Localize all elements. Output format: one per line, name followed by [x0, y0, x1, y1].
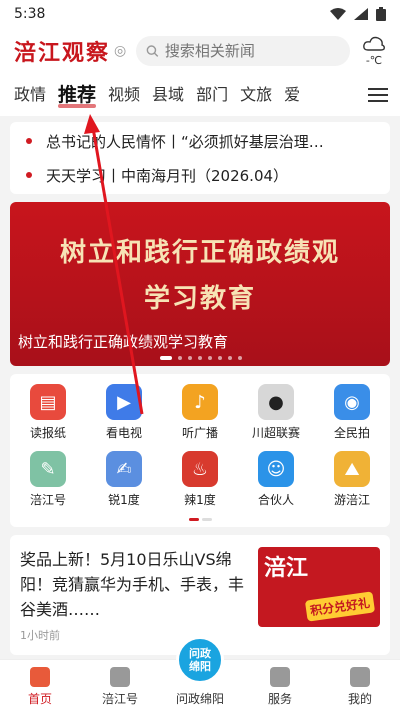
- grid-item-quanminpai[interactable]: ◉ 全民拍: [314, 384, 390, 441]
- news-text: 奖品上新！5月10日乐山VS绵阳！竞猜赢华为手机、手表，丰谷美酒…… 1小时前: [20, 547, 248, 643]
- thumb-text: 涪江: [264, 555, 309, 581]
- headline-text: 总书记的人民情怀丨“必须抓好基层治理…: [46, 132, 324, 151]
- heart-icon: [270, 667, 290, 687]
- cloud-icon: [363, 37, 385, 52]
- signal-icon: [354, 8, 368, 20]
- grid-label: 读报纸: [29, 426, 66, 440]
- tab-tuijian[interactable]: 推荐: [52, 74, 102, 116]
- search-bar[interactable]: [136, 36, 350, 66]
- feature-grid: ▤ 读报纸 ▶ 看电视 ♪ 听广播 ● 川超联赛 ◉ 全民拍 ✎ 涪江号 ✍ 锐…: [10, 374, 390, 527]
- nav-mine[interactable]: 我的: [320, 660, 400, 711]
- app-logo[interactable]: 涪江观察 ◎: [14, 35, 128, 67]
- banner-title-line1: 树立和践行正确政绩观: [59, 238, 340, 268]
- bullet-icon: [26, 172, 32, 178]
- tab-xianyu[interactable]: 县域: [146, 74, 190, 116]
- news-title: 奖品上新！5月10日乐山VS绵阳！竞猜赢华为手机、手表，丰谷美酒……: [20, 550, 245, 619]
- weather-widget[interactable]: -℃: [358, 35, 390, 66]
- nav-fujianghao[interactable]: 涪江号: [80, 660, 160, 711]
- grid-item-rui1du[interactable]: ✍ 锐1度: [86, 451, 162, 508]
- grid-item-youfujiang[interactable]: ⛰ 游涪江: [314, 451, 390, 508]
- search-icon: [146, 45, 159, 57]
- document-icon: ✍: [106, 451, 142, 487]
- wifi-icon: [330, 8, 346, 20]
- grid-label: 游涪江: [333, 493, 370, 507]
- list-icon: [110, 667, 130, 687]
- channel-menu-icon[interactable]: [368, 83, 388, 107]
- thumb-badge: 积分兑好礼: [304, 591, 376, 622]
- grid-item-kandianshi[interactable]: ▶ 看电视: [86, 384, 162, 441]
- grid-item-fujianghao[interactable]: ✎ 涪江号: [10, 451, 86, 508]
- bottom-nav: 首页 涪江号 问政 绵阳 问政绵阳 服务 我的: [0, 636, 400, 711]
- grid-item-la1du[interactable]: ♨ 辣1度: [162, 451, 238, 508]
- grid-page-indicator: [10, 518, 390, 521]
- nav-service[interactable]: 服务: [240, 660, 320, 711]
- channel-tabs: 政情 推荐 视频 县域 部门 文旅 爱: [0, 74, 400, 116]
- wenzheng-icon: 问政 绵阳: [176, 636, 224, 684]
- grid-label: 川超联赛: [251, 426, 300, 440]
- grid-label: 看电视: [105, 426, 142, 440]
- status-time: 5:38: [14, 6, 46, 22]
- weather-temp: -℃: [365, 53, 383, 67]
- banner-title: 树立和践行正确政绩观 学习教育: [10, 230, 390, 322]
- home-icon: [30, 667, 50, 687]
- tv-icon: ▶: [106, 384, 142, 420]
- bullet-icon: [26, 138, 32, 144]
- search-input[interactable]: [164, 42, 340, 60]
- nav-label: 服务: [267, 692, 292, 706]
- carousel-indicator: [160, 356, 242, 360]
- headline-item[interactable]: 总书记的人民情怀丨“必须抓好基层治理…: [10, 124, 390, 158]
- nav-wenzheng[interactable]: 问政 绵阳 问政绵阳: [160, 636, 240, 711]
- status-icons: [330, 7, 386, 21]
- tab-wenlv[interactable]: 文旅: [234, 74, 278, 116]
- banner-carousel[interactable]: 树立和践行正确政绩观 学习教育 树立和践行正确政绩观学习教育: [10, 202, 390, 366]
- radio-icon: ♪: [182, 384, 218, 420]
- travel-icon: ⛰: [334, 451, 370, 487]
- grid-label: 辣1度: [184, 493, 216, 507]
- headline-list: 总书记的人民情怀丨“必须抓好基层治理… 天天学习丨中南海月刊（2026.04）: [10, 122, 390, 194]
- nav-label: 涪江号: [101, 692, 138, 706]
- grid-label: 涪江号: [29, 493, 66, 507]
- tab-zhengqing[interactable]: 政情: [8, 74, 52, 116]
- battery-icon: [376, 7, 386, 21]
- status-bar: 5:38: [0, 0, 400, 28]
- camera-icon: ◉: [334, 384, 370, 420]
- headline-item[interactable]: 天天学习丨中南海月刊（2026.04）: [10, 158, 390, 192]
- grid-item-chuanchao[interactable]: ● 川超联赛: [238, 384, 314, 441]
- grid-item-tingguangbo[interactable]: ♪ 听广播: [162, 384, 238, 441]
- nav-label: 首页: [27, 692, 52, 706]
- banner-caption: 树立和践行正确政绩观学习教育: [18, 333, 229, 351]
- chili-icon: ♨: [182, 451, 218, 487]
- banner-title-line2: 学习教育: [143, 284, 256, 314]
- grid-label: 锐1度: [108, 493, 140, 507]
- location-icon[interactable]: ◎: [114, 43, 128, 59]
- account-icon: ✎: [30, 451, 66, 487]
- newspaper-icon: ▤: [30, 384, 66, 420]
- logo-text: 涪江观察: [14, 40, 111, 66]
- tab-ai[interactable]: 爱: [278, 74, 306, 116]
- grid-label: 合伙人: [257, 493, 294, 507]
- tab-shipin[interactable]: 视频: [102, 74, 146, 116]
- nav-home[interactable]: 首页: [0, 660, 80, 711]
- nav-label: 问政绵阳: [175, 692, 224, 706]
- tab-bumen[interactable]: 部门: [190, 74, 234, 116]
- grid-item-dubaozhi[interactable]: ▤ 读报纸: [10, 384, 86, 441]
- headline-text: 天天学习丨中南海月刊（2026.04）: [46, 166, 289, 185]
- header: 涪江观察 ◎ -℃: [0, 28, 400, 74]
- nav-label: 我的: [347, 692, 372, 706]
- news-thumbnail: 涪江 积分兑好礼: [258, 547, 380, 627]
- grid-item-hehuoren[interactable]: ☺ 合伙人: [238, 451, 314, 508]
- partner-icon: ☺: [258, 451, 294, 487]
- grid-label: 全民拍: [333, 426, 370, 440]
- panda-icon: ●: [258, 384, 294, 420]
- user-icon: [350, 667, 370, 687]
- grid-label: 听广播: [181, 426, 218, 440]
